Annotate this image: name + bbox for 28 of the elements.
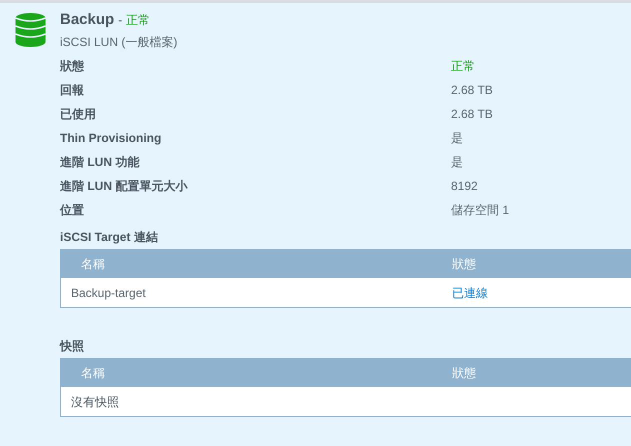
property-label: 回報 xyxy=(60,82,85,99)
lun-type: iSCSI LUN (一般檔案) xyxy=(60,34,178,51)
table-cell-text: Backup-target xyxy=(70,284,147,302)
database-icon xyxy=(14,13,46,47)
title-separator: - xyxy=(118,12,122,29)
lun-title: Backup xyxy=(60,10,114,30)
property-label: 已使用 xyxy=(60,106,97,123)
status-text: 正常 xyxy=(126,12,150,29)
property-value: 8192 xyxy=(451,178,478,195)
property-label: 位置 xyxy=(60,202,85,219)
section-title: 快照 xyxy=(60,338,85,355)
column-header[interactable]: 狀態 xyxy=(452,364,476,382)
property-label: 進階 LUN 功能 xyxy=(60,154,140,171)
section-title: iSCSI Target 連結 xyxy=(60,229,159,246)
column-header[interactable]: 名稱 xyxy=(61,255,452,273)
property-label: Thin Provisioning xyxy=(60,130,162,147)
status-link[interactable]: 已連線 xyxy=(452,284,488,302)
empty-message: 沒有快照 xyxy=(70,394,119,410)
property-label: 進階 LUN 配置單元大小 xyxy=(60,178,189,195)
property-value: 是 xyxy=(451,154,463,171)
property-label: 狀態 xyxy=(60,58,85,75)
property-value: 是 xyxy=(451,130,463,147)
property-value: 2.68 TB xyxy=(451,82,493,99)
property-value: 2.68 TB xyxy=(451,106,493,123)
property-value: 正常 xyxy=(451,58,475,75)
property-value: 儲存空間 1 xyxy=(451,202,510,219)
column-header[interactable]: 名稱 xyxy=(61,364,452,382)
column-header[interactable]: 狀態 xyxy=(452,255,476,273)
